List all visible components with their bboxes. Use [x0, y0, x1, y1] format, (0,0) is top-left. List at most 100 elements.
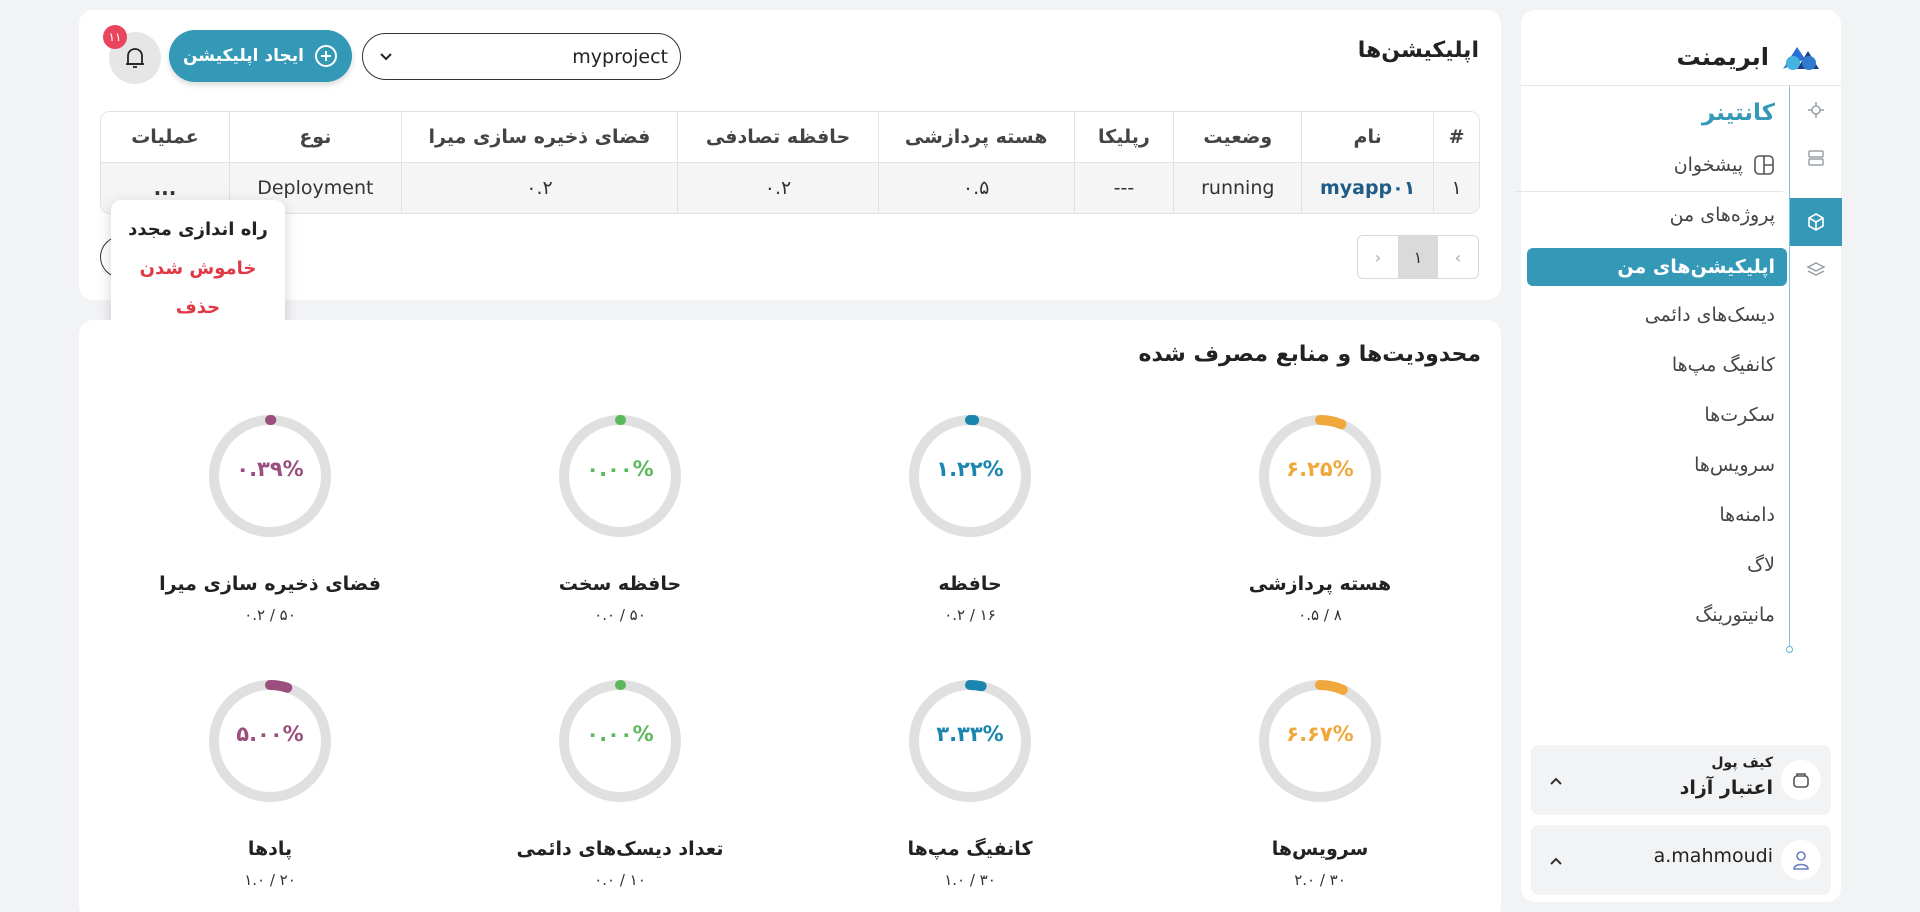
notification-badge: ۱۱: [103, 25, 127, 49]
gauge-percent: ۶.۶۷%: [1286, 722, 1354, 746]
sidebar-item-monitoring[interactable]: مانیتورینگ: [1695, 604, 1775, 626]
brand-logo-icon: [1783, 47, 1819, 70]
wallet-title: کیف پول: [1711, 755, 1773, 771]
pagination-prev[interactable]: ‹: [1438, 236, 1478, 278]
sidebar-item-label: سکرت‌ها: [1704, 404, 1775, 426]
sidebar-item-label: سرویس‌ها: [1694, 454, 1775, 476]
column-header: فضای ذخیره سازی میرا: [400, 112, 678, 163]
sidebar-item-domains[interactable]: دامنه‌ها: [1719, 504, 1775, 526]
gauge-label: فضای ذخیره سازی میرا: [159, 573, 381, 595]
username: a.mahmoudi: [1653, 845, 1773, 867]
app-name-link[interactable]: myapp۰۱: [1301, 163, 1434, 213]
column-header: وضعیت: [1173, 112, 1302, 163]
gauge-memory: ۱.۲۲% حافظه ۰.۲ / ۱۶: [820, 413, 1120, 653]
gauge-label: سرویس‌ها: [1271, 838, 1369, 860]
gauge-percent: ۵.۰۰%: [236, 722, 304, 746]
gauge-usage: ۲.۰ / ۳۰: [1294, 871, 1346, 889]
gauge-percent: ۳.۳۳%: [936, 722, 1004, 746]
column-header: #: [1433, 112, 1479, 163]
gauge-percent: ۰.۰۰%: [586, 722, 654, 746]
rail-end-dot: [1786, 646, 1793, 653]
gauge-label: کانفیگ مپ‌ها: [907, 838, 1033, 860]
create-application-button[interactable]: ایجاد اپلیکیشن: [169, 30, 352, 82]
gauge-percent: ۶.۲۵%: [1286, 457, 1354, 481]
sidebar-item-dashboard[interactable]: پیشخوان: [1674, 154, 1775, 176]
wallet-value: اعتبار آزاد: [1679, 777, 1773, 799]
column-header: هسته پردازشی: [877, 112, 1074, 163]
row-index: ۱: [1433, 163, 1479, 213]
app-replica: ---: [1073, 163, 1174, 213]
app-cpu: ۰.۵: [877, 163, 1074, 213]
gauge-usage: ۱.۰ / ۳۰: [944, 871, 996, 889]
sidebar-item-projects[interactable]: پروژه‌های من: [1670, 204, 1775, 226]
usage-panel: محدودیت‌ها و منابع مصرف شده ۶.۲۵% هسته پ…: [79, 320, 1501, 912]
menu-item-restart[interactable]: راه اندازی مجدد: [111, 210, 285, 249]
gauge-services: ۶.۶۷% سرویس‌ها ۲.۰ / ۳۰: [1170, 678, 1470, 912]
chevron-up-icon[interactable]: [1549, 771, 1563, 790]
more-icon[interactable]: ...: [154, 176, 177, 200]
sidebar-item-services[interactable]: سرویس‌ها: [1694, 454, 1775, 476]
sidebar-item-label: دامنه‌ها: [1719, 504, 1775, 526]
gauge-cpu: ۶.۲۵% هسته پردازشی ۰.۵ / ۸: [1170, 413, 1470, 653]
gauge-usage: ۰.۰ / ۱۰: [594, 871, 646, 889]
app-status: running: [1173, 163, 1302, 213]
sidebar-item-secrets[interactable]: سکرت‌ها: [1704, 404, 1775, 426]
create-application-label: ایجاد اپلیکیشن: [182, 46, 304, 66]
nav-section-title[interactable]: کانتینر: [1702, 100, 1775, 126]
sidebar-item-applications[interactable]: اپلیکیشن‌های من: [1527, 248, 1787, 286]
chevron-up-icon[interactable]: [1549, 851, 1563, 870]
brand[interactable]: ابریمنت: [1677, 32, 1823, 82]
gauge-persistent-disks: ۰.۰۰% تعداد دیسک‌های دائمی ۰.۰ / ۱۰: [470, 678, 770, 912]
app-storage: ۰.۲: [400, 163, 678, 213]
layers-icon[interactable]: [1790, 246, 1842, 294]
gauge-usage: ۱.۰ / ۲۰: [244, 871, 296, 889]
gauge-percent: ۱.۲۲%: [936, 457, 1004, 481]
column-header: رپلیکا: [1073, 112, 1174, 163]
dashboard-icon: [1754, 155, 1774, 175]
gauge-usage: ۰.۲ / ۵۰: [244, 606, 296, 624]
user-icon: [1781, 840, 1821, 880]
gauge-label: هسته پردازشی: [1248, 573, 1392, 595]
gauge-hard-memory: ۰.۰۰% حافظه سخت ۰.۰ / ۵۰: [470, 413, 770, 653]
sidebar-item-log[interactable]: لاگ: [1747, 554, 1775, 576]
plus-circle-icon: [315, 45, 337, 67]
sidebar-item-label: پروژه‌های من: [1669, 204, 1775, 226]
pagination-next[interactable]: ›: [1358, 236, 1398, 278]
gauge-label: حافظه سخت: [558, 573, 682, 595]
user-card[interactable]: a.mahmoudi: [1531, 825, 1831, 895]
chevron-down-icon: [380, 52, 392, 60]
sidebar-item-label: اپلیکیشن‌های من: [1617, 256, 1775, 278]
bell-icon: [126, 48, 144, 68]
project-select[interactable]: myproject: [362, 33, 681, 80]
sidebar-item-config-maps[interactable]: کانفیگ مپ‌ها: [1672, 354, 1775, 376]
app-name[interactable]: myapp۰۱: [1320, 177, 1415, 199]
section-rail: [1786, 86, 1842, 653]
gauge-usage: ۰.۵ / ۸: [1298, 606, 1342, 624]
table-row: ۱ myapp۰۱ running --- ۰.۵ ۰.۲ ۰.۲ Deploy…: [101, 163, 1479, 213]
container-cube-icon[interactable]: [1790, 198, 1842, 246]
sidebar: ابریمنت کانتینر پیشخوان پروژه‌ه: [1515, 10, 1842, 902]
table-header-row: # نام وضعیت رپلیکا هسته پردازشی حافظه تص…: [101, 112, 1479, 163]
satellite-icon[interactable]: [1790, 86, 1842, 134]
wallet-card[interactable]: کیف پول اعتبار آزاد: [1531, 745, 1831, 815]
gauge-config-maps: ۳.۳۳% کانفیگ مپ‌ها ۱.۰ / ۳۰: [820, 678, 1120, 912]
server-icon[interactable]: [1790, 134, 1842, 182]
actions-menu: راه اندازی مجدد خاموش شدن حذف: [111, 200, 285, 329]
project-select-value: myproject: [572, 45, 668, 68]
gauge-ephemeral-storage: ۰.۳۹% فضای ذخیره سازی میرا ۰.۲ / ۵۰: [120, 413, 420, 653]
applications-panel: اپلیکیشن‌ها myproject ایجاد اپلیکیشن ۱۱ …: [79, 10, 1501, 300]
pagination-page[interactable]: ۱: [1398, 236, 1438, 278]
gauge-percent: ۰.۳۹%: [236, 457, 304, 481]
gauge-label: پادها: [247, 838, 293, 860]
sidebar-item-label: پیشخوان: [1673, 154, 1743, 176]
gauge-pods: ۵.۰۰% پادها ۱.۰ / ۲۰: [120, 678, 420, 912]
sidebar-item-persistent-disks[interactable]: دیسک‌های دائمی: [1645, 304, 1775, 326]
nav-divider: [1515, 191, 1783, 192]
gauge-usage: ۰.۲ / ۱۶: [944, 606, 996, 624]
menu-item-shutdown[interactable]: خاموش شدن: [111, 249, 285, 288]
gauge-label: حافظه: [938, 573, 1002, 595]
gauge-usage: ۰.۰ / ۵۰: [594, 606, 646, 624]
column-header: نوع: [228, 112, 401, 163]
brand-name: ابریمنت: [1676, 43, 1769, 71]
usage-section-title: محدودیت‌ها و منابع مصرف شده: [1138, 342, 1481, 367]
